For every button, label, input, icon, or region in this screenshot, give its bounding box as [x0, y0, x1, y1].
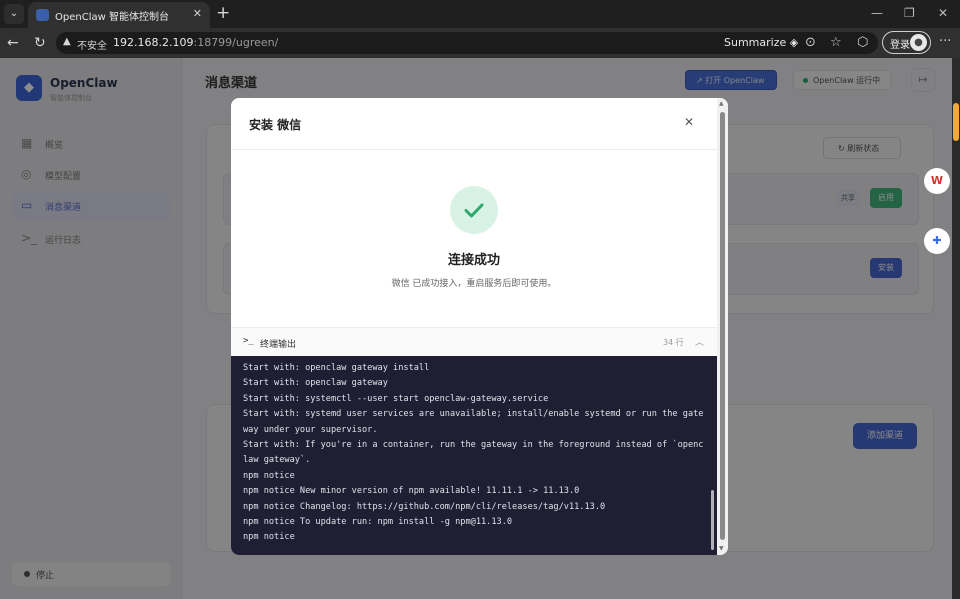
success-description: 微信 已成功接入，重启服务后即可使用。: [391, 279, 557, 289]
page-scrollbar-thumb[interactable]: [953, 103, 959, 141]
window-close-icon[interactable]: ✕: [938, 6, 948, 20]
modal-title: 安装 微信: [249, 118, 302, 132]
terminal-line: Start with: openclaw gateway install: [243, 363, 430, 373]
chevron-up-icon[interactable]: ︿: [695, 335, 704, 348]
terminal-line: Start with: systemctl --user start openc…: [243, 393, 549, 404]
reader-icon[interactable]: ⊙: [805, 35, 816, 50]
ai-assistant-icon[interactable]: ✚: [924, 228, 950, 254]
terminal-output-label: 终端输出: [260, 340, 297, 350]
terminal-line: Start with: If you're in a container, ru…: [243, 440, 704, 466]
modal-scrollbar[interactable]: ▲ ▼: [717, 98, 728, 555]
browser-tab[interactable]: OpenClaw 智能体控制台 ✕: [28, 2, 210, 28]
url-host: 192.168.2.109: [113, 36, 194, 49]
terminal-line: npm notice: [243, 532, 295, 543]
back-button[interactable]: ←: [7, 35, 19, 51]
browser-nav-bar: ← ↻ ▲ 不安全 192.168.2.109:18799/ugreen/ Su…: [0, 28, 960, 58]
star-icon[interactable]: ☆: [830, 35, 842, 50]
browser-tab-bar: ⌄ OpenClaw 智能体控制台 ✕ + — ❐ ✕: [0, 0, 960, 28]
install-wechat-modal: 安装 微信 ✕ 连接成功 微信 已成功接入，重启服务后即可使用。 >_ 终端输出…: [231, 98, 728, 555]
wps-extension-icon[interactable]: W: [924, 168, 950, 194]
terminal-scrollbar[interactable]: [711, 490, 714, 550]
terminal-prompt-icon: >_: [243, 336, 254, 346]
new-tab-button[interactable]: +: [216, 4, 230, 22]
terminal-line: npm notice To update run: npm install -g…: [243, 517, 513, 528]
minimize-icon[interactable]: —: [871, 6, 883, 20]
summarize-label: Summarize: [724, 36, 787, 49]
success-badge: [450, 186, 498, 234]
summarize-button[interactable]: Summarize ◈: [724, 36, 798, 49]
tab-close-icon[interactable]: ✕: [193, 7, 202, 20]
page-scrollbar[interactable]: [952, 58, 960, 599]
login-button[interactable]: 登录 ●: [882, 31, 931, 54]
line-count: 34 行: [663, 338, 684, 347]
openclaw-favicon-icon: [36, 9, 49, 21]
terminal-line: npm notice New minor version of npm avai…: [243, 486, 580, 497]
app-page: ◆ OpenClaw 智能体控制台 ▦ 概览 ◎ 模型配置 ▭ 消息渠道 >_ …: [0, 58, 952, 599]
tab-list-chevron-icon[interactable]: ⌄: [4, 4, 24, 24]
terminal-output-header[interactable]: >_ 终端输出 34 行 ︿: [231, 327, 717, 356]
avatar-icon: ●: [910, 34, 927, 51]
terminal-line: npm notice: [243, 470, 295, 481]
warning-triangle-icon: ▲: [63, 36, 71, 47]
reload-button[interactable]: ↻: [34, 35, 46, 51]
more-menu-icon[interactable]: ···: [939, 34, 951, 49]
checkmark-icon: [464, 203, 484, 218]
success-title: 连接成功: [447, 253, 500, 268]
terminal-line: Start with: openclaw gateway: [243, 378, 388, 389]
extensions-icon[interactable]: ⬡: [857, 35, 868, 50]
scroll-up-arrow-icon[interactable]: ▲: [719, 100, 724, 107]
summarize-icon: ◈: [789, 36, 799, 49]
terminal-line: npm notice Changelog: https://github.com…: [243, 501, 606, 512]
restore-icon[interactable]: ❐: [904, 6, 915, 20]
login-label: 登录: [890, 40, 910, 51]
security-label[interactable]: 不安全: [77, 37, 107, 52]
terminal-output: Start with: openclaw gateway install Sta…: [231, 356, 717, 555]
tab-title: OpenClaw 智能体控制台: [55, 12, 169, 23]
modal-scrollbar-thumb[interactable]: [720, 112, 725, 540]
terminal-line: Start with: systemd user services are un…: [243, 409, 704, 435]
modal-close-icon[interactable]: ✕: [681, 114, 697, 130]
modal-header: 安装 微信 ✕: [231, 98, 728, 150]
address-bar[interactable]: ▲ 不安全 192.168.2.109:18799/ugreen/ Summar…: [56, 32, 878, 54]
url-path: :18799/ugreen/: [193, 36, 279, 49]
url-text[interactable]: 192.168.2.109:18799/ugreen/: [113, 36, 278, 49]
scroll-down-arrow-icon[interactable]: ▼: [719, 545, 724, 552]
